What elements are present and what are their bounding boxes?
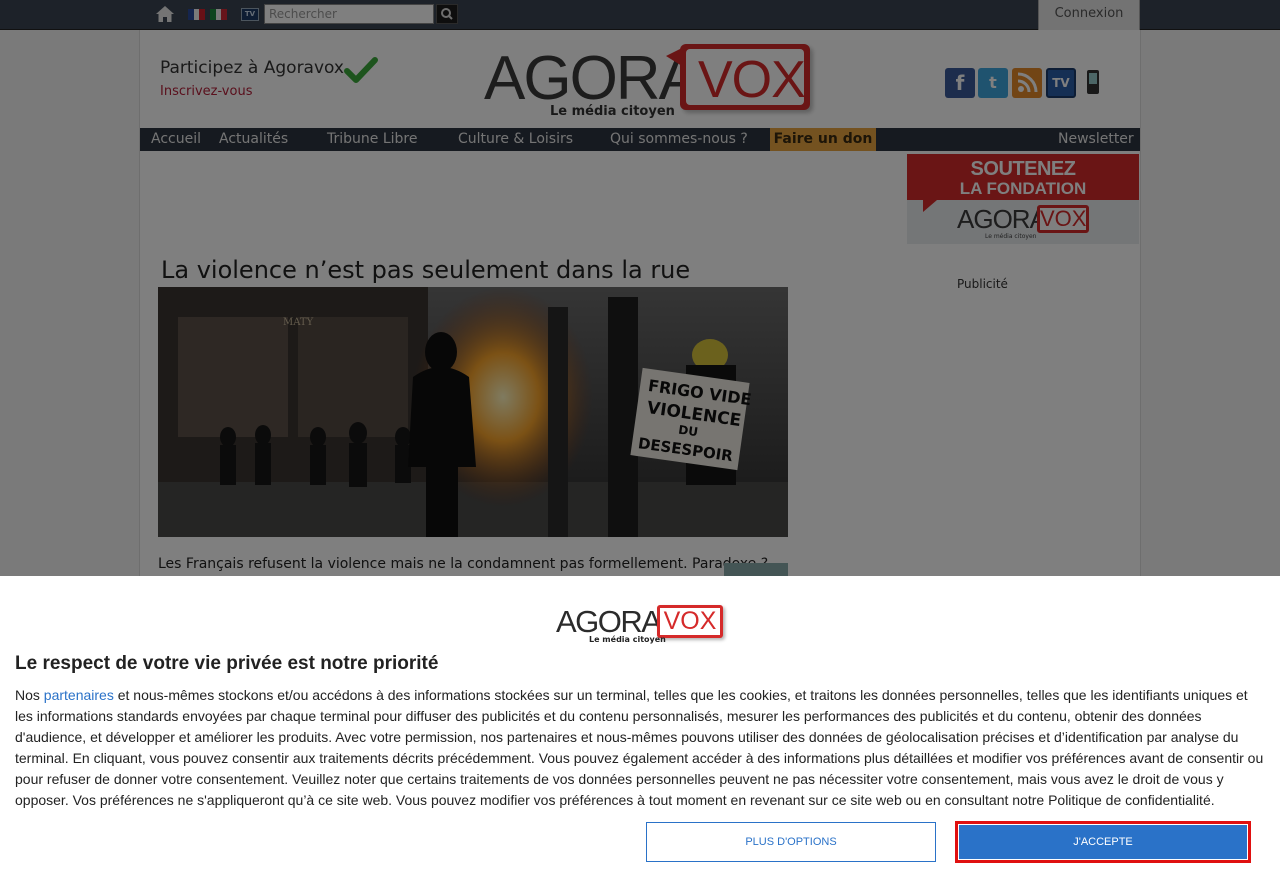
consent-title: Le respect de votre vie privée est notre… [15,653,439,674]
consent-text-intro: Nos [15,687,44,703]
consent-logo-vox: VOX [660,608,720,635]
more-options-button[interactable]: PLUS D'OPTIONS [646,822,936,862]
consent-logo-tagline: Le média citoyen [589,635,666,644]
consent-text-body: et nous-mêmes stockons et/ou accédons à … [15,687,1264,808]
accept-button[interactable]: J'ACCEPTE [959,825,1247,859]
consent-text: Nos partenaires et nous-mêmes stockons e… [15,685,1267,811]
consent-logo: AGORA VOX Le média citoyen [556,604,726,646]
partners-link[interactable]: partenaires [44,687,114,703]
cookie-consent-dialog: AGORA VOX Le média citoyen Le respect de… [0,576,1280,887]
modal-backdrop [0,0,1280,576]
